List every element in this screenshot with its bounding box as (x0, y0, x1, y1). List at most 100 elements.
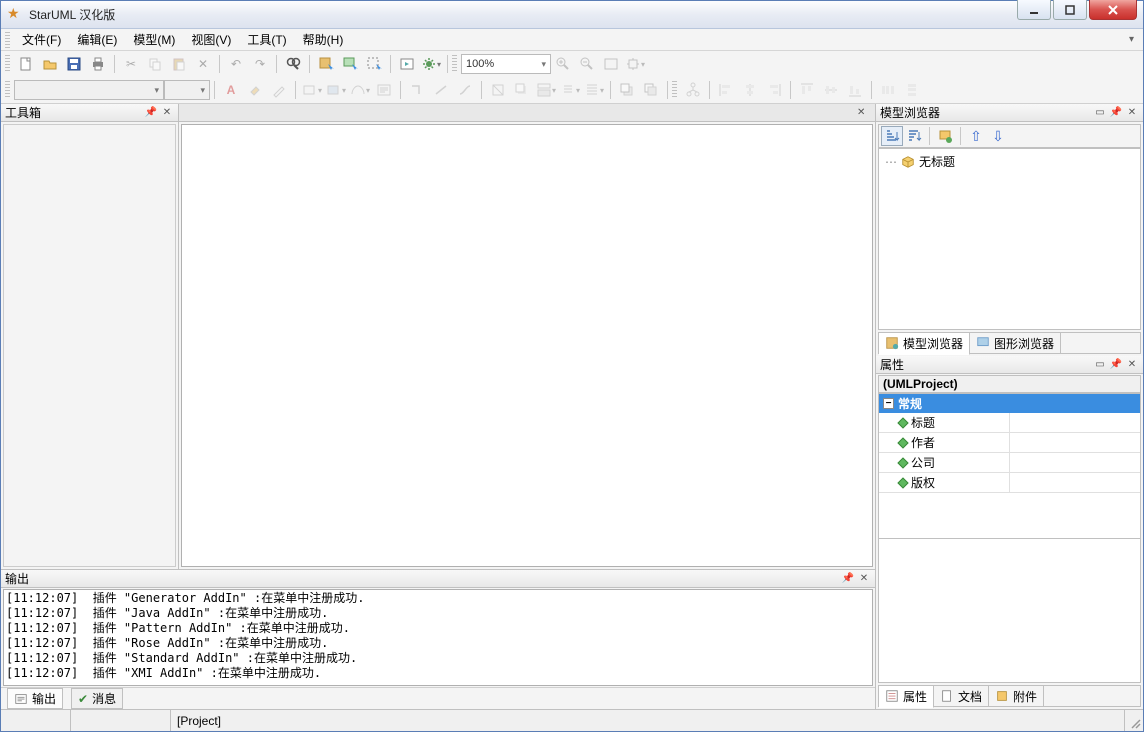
zoom-combo[interactable]: 100%▾ (461, 54, 551, 74)
align-bottom-button[interactable] (844, 79, 866, 101)
align-middle-button[interactable] (820, 79, 842, 101)
sort-alpha-button[interactable] (903, 126, 925, 146)
close-icon[interactable]: ✕ (160, 106, 174, 120)
linestyle-oblique-button[interactable] (430, 79, 452, 101)
menu-file[interactable]: 文件(F) (14, 29, 69, 50)
sort-default-button[interactable] (881, 126, 903, 146)
pin-icon[interactable]: 📌 (1109, 358, 1123, 372)
menu-help[interactable]: 帮助(H) (295, 29, 352, 50)
linestyle-rect-button[interactable] (406, 79, 428, 101)
layout-tree-button[interactable] (682, 79, 704, 101)
diagram-canvas[interactable] (181, 124, 873, 567)
pin-icon[interactable]: 📌 (1109, 106, 1123, 120)
select-annotation-button[interactable] (339, 53, 361, 75)
collapse-icon[interactable]: − (883, 398, 894, 409)
tree-root[interactable]: ⋯ 无标题 (885, 153, 1134, 170)
property-category[interactable]: −常规 (879, 394, 1140, 413)
property-row-copyright[interactable]: 版权 (879, 473, 1140, 493)
menu-view[interactable]: 视图(V) (183, 29, 239, 50)
close-icon[interactable]: ✕ (1125, 106, 1139, 120)
undo-button[interactable]: ↶ (225, 53, 247, 75)
align-center-button[interactable] (739, 79, 761, 101)
dist-horiz-button[interactable] (877, 79, 899, 101)
close-icon[interactable]: ✕ (857, 572, 871, 586)
close-icon[interactable]: ✕ (857, 107, 871, 118)
stereotype-none-button[interactable]: ▾ (301, 79, 323, 101)
find-button[interactable] (282, 53, 304, 75)
redo-button[interactable]: ↷ (249, 53, 271, 75)
delete-button[interactable]: ✕ (192, 53, 214, 75)
format-button[interactable]: ▾ (559, 79, 581, 101)
property-row-author[interactable]: 作者 (879, 433, 1140, 453)
model-tree[interactable]: ⋯ 无标题 (878, 148, 1141, 330)
font-color-button[interactable]: A (220, 79, 242, 101)
refresh-button[interactable] (396, 53, 418, 75)
tree-root-label: 无标题 (919, 153, 955, 170)
copy-button[interactable] (144, 53, 166, 75)
new-button[interactable] (15, 53, 37, 75)
open-button[interactable] (39, 53, 61, 75)
nav-down-button[interactable]: ⇩ (987, 126, 1009, 146)
maximize-button[interactable] (1053, 0, 1087, 20)
zoom-actual-button[interactable]: ▾ (624, 53, 646, 75)
tab-attach[interactable]: 附件 (989, 686, 1044, 707)
line-color-button[interactable] (268, 79, 290, 101)
cut-button[interactable]: ✂ (120, 53, 142, 75)
output-text[interactable]: [11:12:07] 插件 "Generator AddIn" :在菜单中注册成… (3, 589, 873, 686)
fill-color-button[interactable] (244, 79, 266, 101)
window-pos-icon[interactable]: ▭ (1093, 106, 1107, 120)
resize-grip-icon[interactable] (1125, 710, 1143, 731)
send-back-button[interactable] (640, 79, 662, 101)
menu-overflow-icon[interactable]: ▾ (1129, 34, 1139, 45)
save-button[interactable] (63, 53, 85, 75)
select-model-button[interactable] (315, 53, 337, 75)
paste-button[interactable] (168, 53, 190, 75)
nav-up-button[interactable]: ⇧ (965, 126, 987, 146)
pin-icon[interactable]: 📌 (841, 572, 855, 586)
align-left-button[interactable] (715, 79, 737, 101)
output-panel: 输出 📌 ✕ [11:12:07] 插件 "Generator AddIn" :… (1, 569, 875, 709)
zoom-out-button[interactable] (576, 53, 598, 75)
close-icon[interactable]: ✕ (1125, 358, 1139, 372)
zoom-fit-button[interactable] (600, 53, 622, 75)
diamond-icon (897, 457, 908, 468)
tab-properties[interactable]: 属性 (879, 686, 934, 708)
diamond-icon (897, 417, 908, 428)
show-op-button[interactable]: ▾ (583, 79, 605, 101)
linestyle-curve-button[interactable] (454, 79, 476, 101)
output-title: 输出 (5, 570, 839, 587)
minimize-button[interactable] (1017, 0, 1051, 20)
options-button[interactable]: ▾ (420, 53, 442, 75)
font-combo[interactable]: ▾ (14, 80, 164, 100)
pin-icon[interactable]: 📌 (144, 106, 158, 120)
tab-model-explorer[interactable]: 模型浏览器 (879, 333, 970, 355)
tab-messages[interactable]: ✔消息 (71, 688, 123, 709)
property-row-company[interactable]: 公司 (879, 453, 1140, 473)
window-pos-icon[interactable]: ▭ (1093, 358, 1107, 372)
menu-model[interactable]: 模型(M) (125, 29, 183, 50)
word-wrap-button[interactable] (373, 79, 395, 101)
align-right-button[interactable] (763, 79, 785, 101)
zoom-in-button[interactable] (552, 53, 574, 75)
show-shadow-button[interactable] (511, 79, 533, 101)
align-top-button[interactable] (796, 79, 818, 101)
filter-button[interactable] (934, 126, 956, 146)
property-grid[interactable]: −常规 标题 作者 公司 版权 (878, 393, 1141, 539)
tab-doc[interactable]: 文档 (934, 686, 989, 707)
print-button[interactable] (87, 53, 109, 75)
auto-resize-button[interactable] (487, 79, 509, 101)
close-button[interactable] (1089, 0, 1137, 20)
stereotype-icon-button[interactable]: ▾ (349, 79, 371, 101)
stereotype-label-button[interactable]: ▾ (325, 79, 347, 101)
dist-vert-button[interactable] (901, 79, 923, 101)
property-row-title[interactable]: 标题 (879, 413, 1140, 433)
menu-edit[interactable]: 编辑(E) (69, 29, 125, 50)
tab-diagram-explorer[interactable]: 图形浏览器 (970, 333, 1061, 354)
suppress-attr-button[interactable]: ▾ (535, 79, 557, 101)
select-view-button[interactable] (363, 53, 385, 75)
fontsize-combo[interactable]: ▾ (164, 80, 210, 100)
diamond-icon (897, 437, 908, 448)
bring-front-button[interactable] (616, 79, 638, 101)
menu-tool[interactable]: 工具(T) (239, 29, 294, 50)
tab-output[interactable]: 输出 (7, 688, 63, 709)
